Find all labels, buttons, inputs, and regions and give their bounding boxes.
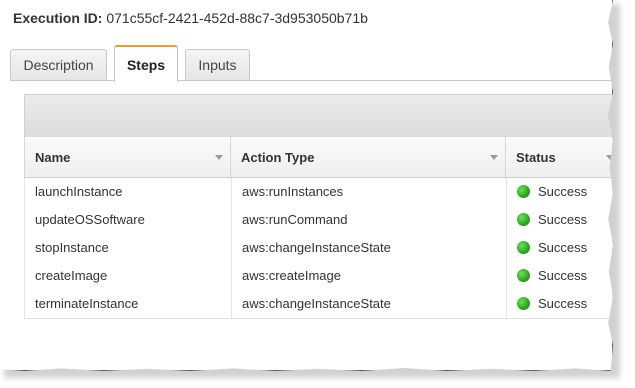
table-row[interactable]: stopInstance aws:changeInstanceState Suc…: [24, 234, 613, 263]
step-name: launchInstance: [35, 184, 123, 199]
success-status-icon: [517, 185, 530, 198]
column-header-name[interactable]: Name: [25, 137, 231, 177]
step-status: Success: [506, 234, 613, 262]
step-status-label: Success: [538, 240, 588, 255]
table-row[interactable]: createImage aws:createImage Success: [24, 262, 613, 291]
success-status-icon: [517, 213, 530, 226]
tab-description[interactable]: Description: [10, 49, 107, 80]
step-action-type: aws:createImage: [231, 262, 506, 290]
table-row[interactable]: updateOSSoftware aws:runCommand Success: [24, 206, 613, 235]
step-status: Success: [506, 290, 613, 318]
success-status-icon: [517, 269, 530, 282]
sort-arrow-icon[interactable]: [490, 155, 498, 160]
column-header-status-label: Status: [516, 149, 556, 165]
execution-window: Execution ID: 071c55cf-2421-452d-88c7-3d…: [0, 0, 613, 371]
step-name: updateOSSoftware: [35, 212, 145, 227]
column-header-name-label: Name: [35, 149, 71, 165]
execution-header: Execution ID: 071c55cf-2421-452d-88c7-3d…: [13, 10, 368, 26]
step-action-type: aws:runInstances: [231, 178, 506, 206]
table-row[interactable]: terminateInstance aws:changeInstanceStat…: [24, 290, 613, 319]
tab-inputs[interactable]: Inputs: [185, 49, 250, 80]
column-header-status[interactable]: Status: [506, 137, 613, 177]
step-status-label: Success: [538, 212, 588, 227]
tab-steps[interactable]: Steps: [114, 45, 178, 82]
execution-id-value: 071c55cf-2421-452d-88c7-3d953050b71b: [106, 10, 368, 26]
execution-id-label: Execution ID:: [13, 10, 103, 26]
step-action-type: aws:changeInstanceState: [231, 290, 506, 318]
table-row[interactable]: launchInstance aws:runInstances Success: [24, 178, 613, 207]
step-action-type: aws:runCommand: [231, 206, 506, 234]
step-name: terminateInstance: [35, 296, 139, 311]
column-header-action-type-label: Action Type: [241, 149, 315, 165]
steps-panel: Name Action Type Status launchInstance a…: [24, 94, 613, 319]
column-header-action-type[interactable]: Action Type: [231, 137, 506, 177]
step-status-label: Success: [538, 268, 588, 283]
step-status: Success: [506, 178, 613, 206]
step-status-label: Success: [538, 184, 588, 199]
step-name: createImage: [35, 268, 108, 283]
step-name: stopInstance: [35, 240, 109, 255]
step-action-type: aws:changeInstanceState: [231, 234, 506, 262]
step-status-label: Success: [538, 296, 588, 311]
tab-bar: Description Steps Inputs: [10, 45, 612, 82]
table-toolbar: [24, 94, 613, 138]
sort-arrow-icon[interactable]: [215, 155, 223, 160]
success-status-icon: [517, 241, 530, 254]
step-status: Success: [506, 262, 613, 290]
step-status: Success: [506, 206, 613, 234]
table-header: Name Action Type Status: [24, 137, 613, 178]
success-status-icon: [517, 297, 530, 310]
